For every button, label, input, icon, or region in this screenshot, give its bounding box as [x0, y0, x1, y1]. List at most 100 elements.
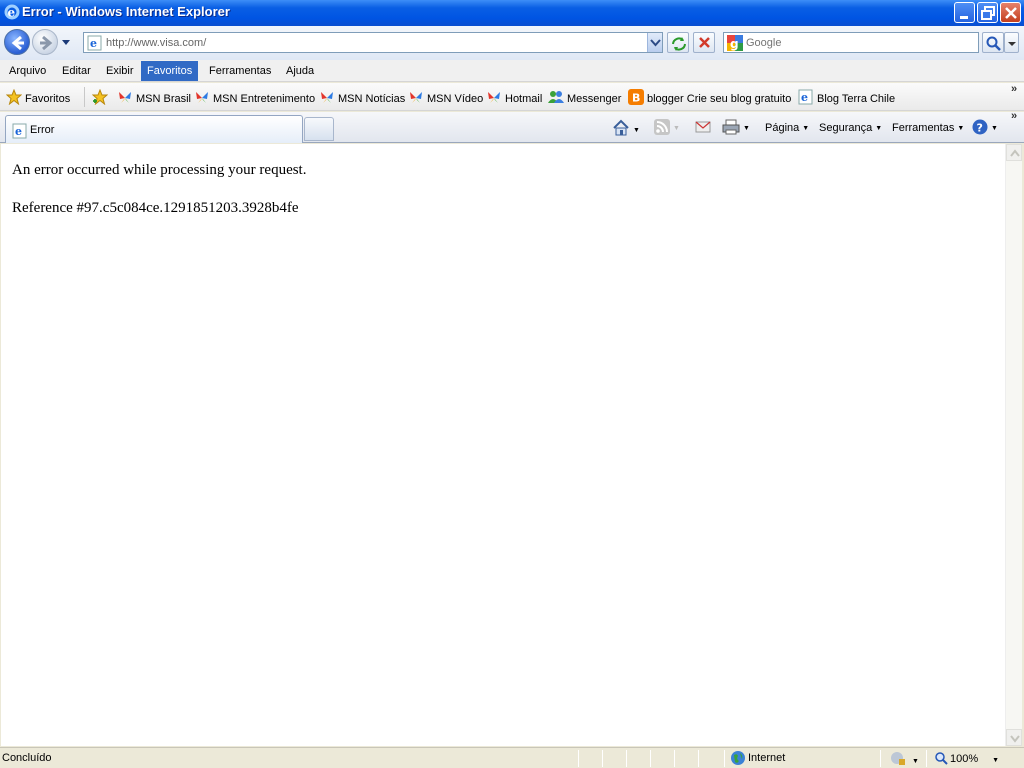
svg-text:e: e — [8, 6, 16, 20]
tools-menu-button[interactable]: Ferramentas ▼ — [892, 119, 964, 137]
add-favorite-icon — [92, 89, 108, 105]
search-options-button[interactable] — [1004, 32, 1019, 53]
favorite-label: MSN Notícias — [338, 93, 406, 105]
svg-text:g: g — [730, 37, 739, 51]
navigation-bar: e g — [0, 26, 1024, 60]
read-mail-button[interactable] — [695, 119, 711, 137]
recent-pages-dropdown-icon[interactable] — [61, 39, 71, 47]
search-input[interactable] — [746, 34, 974, 51]
status-separator — [724, 750, 725, 767]
favorites-overflow-icon[interactable]: » — [1011, 83, 1017, 95]
rss-feed-icon — [654, 119, 670, 135]
favorites-bar: Favoritos MSN Brasil MSN Entretenimento … — [0, 83, 1024, 111]
help-button[interactable]: ? ▼ — [972, 119, 998, 137]
minimize-button[interactable] — [954, 2, 975, 23]
search-go-button[interactable] — [982, 32, 1004, 53]
svg-text:e: e — [15, 125, 22, 138]
commandbar-overflow-icon[interactable]: » — [1011, 110, 1017, 122]
menu-favoritos[interactable]: Favoritos — [141, 61, 199, 81]
favorite-blog-terra-chile[interactable]: e Blog Terra Chile — [798, 89, 895, 107]
favorite-msn-brasil[interactable]: MSN Brasil — [117, 89, 191, 107]
address-dropdown-button[interactable] — [647, 33, 662, 52]
protected-mode-button[interactable]: ▼ — [890, 751, 919, 766]
msn-butterfly-icon — [488, 92, 500, 103]
print-button[interactable]: ▼ — [722, 119, 750, 137]
favorite-msn-noticias[interactable]: MSN Notícias — [319, 89, 405, 107]
msn-butterfly-icon — [321, 92, 333, 103]
window-title: Error - Windows Internet Explorer — [22, 4, 230, 19]
chevron-down-icon — [1008, 42, 1016, 46]
favorite-label: Messenger — [567, 93, 622, 105]
status-separator — [880, 750, 881, 767]
scroll-up-button[interactable] — [1006, 144, 1022, 161]
page-menu-button[interactable]: Página ▼ — [765, 119, 809, 137]
favorites-center-button[interactable]: Favoritos — [6, 89, 70, 107]
page-content: An error occurred while processing your … — [1, 144, 1005, 746]
status-separator — [602, 750, 603, 767]
menu-editar[interactable]: Editar — [56, 61, 97, 81]
tab-error[interactable]: e Error — [5, 115, 303, 143]
tab-label: Error — [30, 124, 55, 136]
favorite-label: Hotmail — [505, 93, 543, 105]
stop-button[interactable] — [693, 32, 715, 53]
favorite-msn-entretenimento[interactable]: MSN Entretenimento — [194, 89, 315, 107]
search-box[interactable]: g — [723, 32, 979, 53]
restore-button[interactable] — [977, 2, 998, 23]
internet-zone-icon — [731, 751, 745, 765]
favorite-hotmail[interactable]: Hotmail — [486, 89, 542, 107]
menu-ferramentas[interactable]: Ferramentas — [203, 61, 277, 81]
blogger-icon: B — [628, 89, 644, 105]
feeds-button[interactable]: ▼ — [654, 119, 680, 137]
status-separator — [926, 750, 927, 767]
ie-logo-icon: e — [4, 4, 20, 20]
vertical-scrollbar[interactable] — [1005, 144, 1022, 746]
zoom-button[interactable]: 100% ▼ — [934, 751, 999, 765]
favorites-divider — [84, 87, 85, 107]
tools-menu-label: Ferramentas — [892, 122, 955, 134]
menu-exibir[interactable]: Exibir — [100, 61, 140, 81]
menu-ajuda[interactable]: Ajuda — [280, 61, 320, 81]
address-input[interactable] — [106, 34, 646, 51]
safety-menu-button[interactable]: Segurança ▼ — [819, 119, 882, 137]
add-to-favorites-bar-button[interactable] — [92, 89, 111, 107]
home-icon — [613, 119, 629, 136]
svg-text:?: ? — [977, 122, 983, 135]
safety-menu-label: Segurança — [819, 122, 873, 134]
mail-icon — [695, 121, 711, 133]
printer-icon — [722, 119, 740, 135]
status-bar: Concluído Internet ▼ 100% ▼ — [0, 747, 1024, 768]
stop-icon — [699, 37, 710, 48]
close-icon — [1005, 7, 1017, 19]
back-button[interactable] — [4, 29, 30, 55]
home-button[interactable]: ▼ — [612, 119, 640, 137]
back-arrow-icon — [11, 35, 24, 51]
ie-page-icon: e — [12, 123, 27, 139]
refresh-button[interactable] — [667, 32, 689, 53]
address-bar[interactable]: e — [83, 32, 663, 53]
messenger-icon — [548, 91, 564, 103]
favorite-label: MSN Vídeo — [427, 93, 484, 105]
refresh-icon — [672, 37, 686, 51]
status-separator — [578, 750, 579, 767]
favorite-blogger[interactable]: Bblogger Crie seu blog gratuito — [628, 89, 791, 107]
chevron-up-icon — [1010, 149, 1020, 157]
svg-text:B: B — [632, 92, 640, 105]
close-window-button[interactable] — [1000, 2, 1021, 23]
magnifier-icon — [986, 36, 1001, 51]
zone-label: Internet — [748, 752, 786, 764]
new-tab-button[interactable] — [304, 117, 334, 141]
favorite-label: MSN Brasil — [136, 93, 192, 105]
google-icon: g — [727, 35, 743, 51]
scroll-down-button[interactable] — [1006, 729, 1022, 746]
msn-butterfly-icon — [196, 92, 208, 103]
msn-butterfly-icon — [119, 92, 131, 103]
favorite-msn-video[interactable]: MSN Vídeo — [408, 89, 483, 107]
status-separator — [674, 750, 675, 767]
restore-icon — [981, 6, 995, 20]
tab-bar: e Error ▼ ▼ ▼ Página ▼ Segurança ▼ Ferrame… — [0, 110, 1024, 143]
favorite-messenger[interactable]: Messenger — [548, 89, 621, 107]
forward-button[interactable] — [32, 29, 58, 55]
menu-arquivo[interactable]: Arquivo — [3, 61, 52, 81]
zoom-level: 100% — [950, 753, 979, 765]
lock-globe-icon — [891, 752, 905, 765]
